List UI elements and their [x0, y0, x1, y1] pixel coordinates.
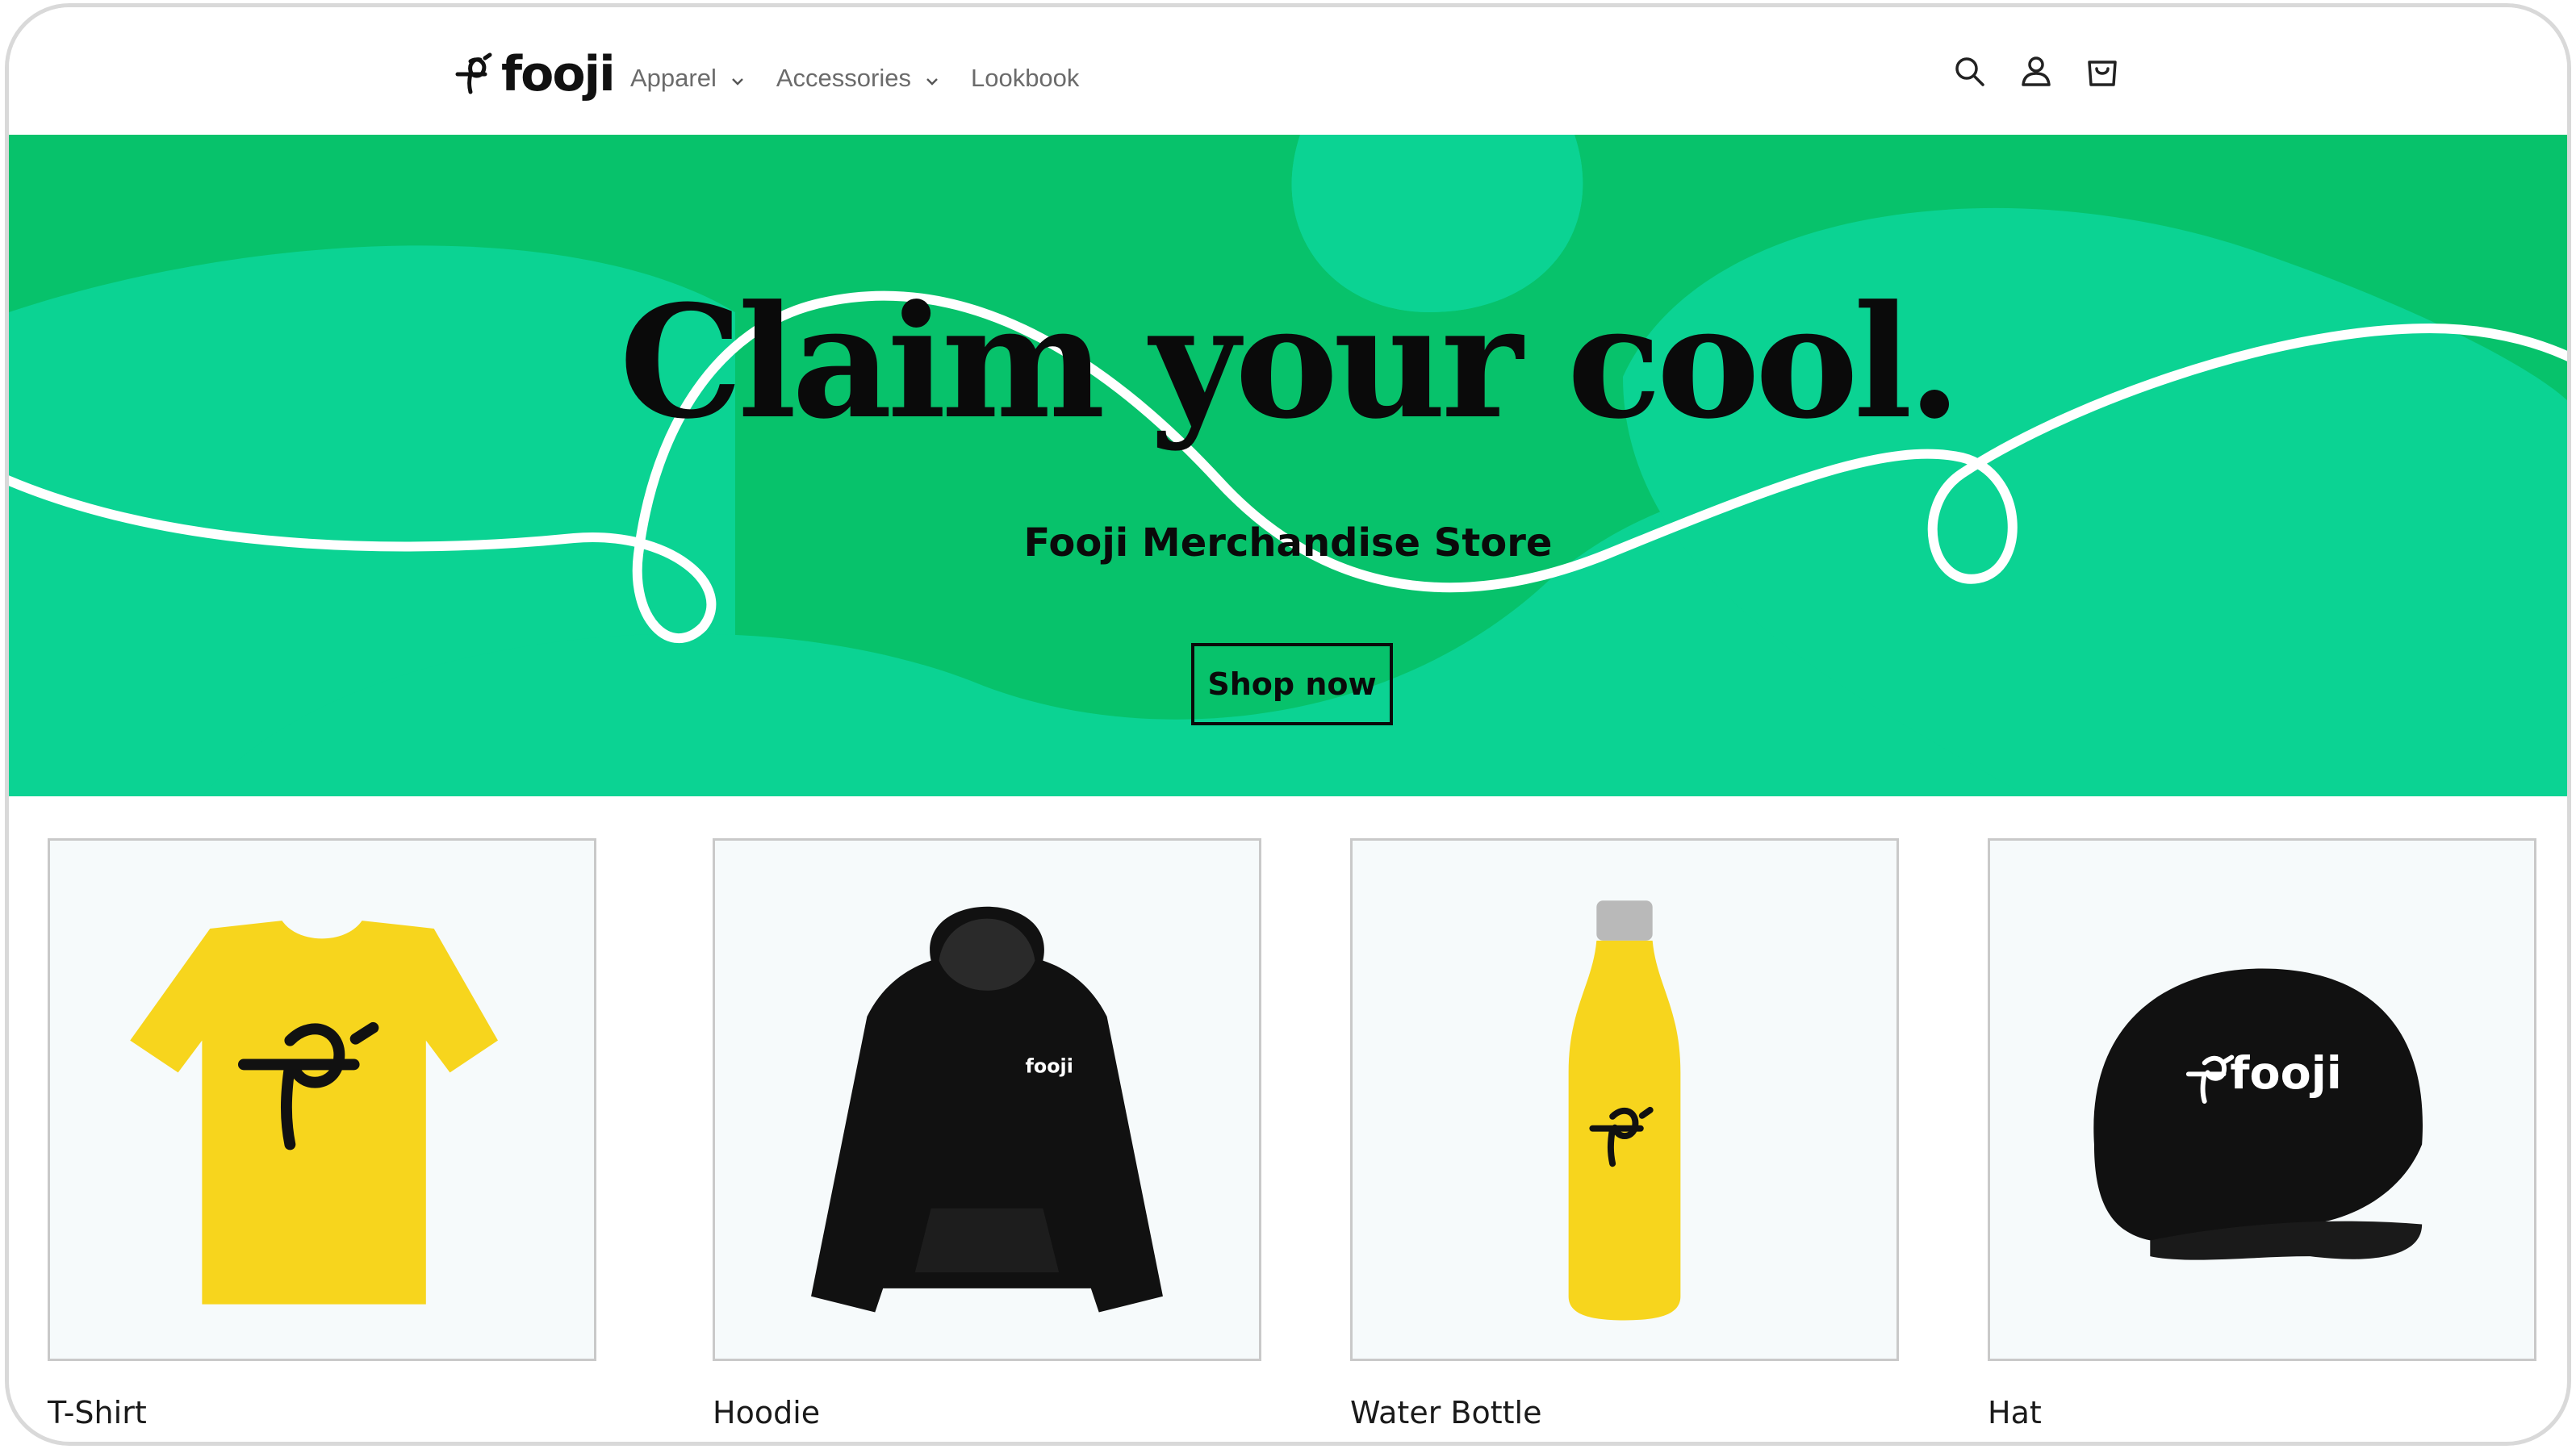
product-image-hoodie[interactable]: fooji: [713, 838, 1261, 1361]
product-card-tshirt[interactable]: T-Shirt: [48, 838, 596, 1430]
header-actions: [1951, 52, 2149, 91]
logo-wordmark: fooji: [501, 46, 616, 102]
browser-frame: fooji Apparel Accessories Lookbook Claim…: [5, 3, 2571, 1446]
search-icon[interactable]: [1951, 52, 1989, 91]
product-image-tshirt[interactable]: [48, 838, 596, 1361]
product-image-hat[interactable]: fooji: [1988, 838, 2536, 1361]
tshirt-graphic: [130, 921, 498, 1305]
main-nav: Apparel Accessories Lookbook: [630, 64, 1110, 93]
product-title[interactable]: Hoodie: [713, 1395, 1261, 1430]
hoodie-graphic: fooji: [811, 906, 1163, 1313]
water-bottle-graphic: [1568, 900, 1681, 1321]
hat-graphic: fooji: [2093, 968, 2423, 1260]
nav-apparel-label: Apparel: [630, 64, 717, 92]
hero-title: Claim your cool.: [619, 272, 1961, 453]
product-image-water-bottle[interactable]: [1350, 838, 1899, 1361]
site-logo[interactable]: fooji: [453, 46, 616, 102]
hero-subtitle: Fooji Merchandise Store: [1023, 520, 1553, 566]
chevron-down-icon: [732, 78, 743, 86]
hoodie-logo-text: fooji: [1026, 1054, 1073, 1077]
product-title[interactable]: Water Bottle: [1350, 1395, 1899, 1430]
account-icon[interactable]: [2017, 52, 2055, 91]
product-card-hat[interactable]: fooji Hat: [1988, 838, 2536, 1430]
nav-lookbook[interactable]: Lookbook: [971, 64, 1079, 93]
product-card-hoodie[interactable]: fooji Hoodie: [713, 838, 1261, 1430]
fooji-logo-icon: [455, 52, 492, 94]
product-title[interactable]: T-Shirt: [48, 1395, 596, 1430]
shop-now-button[interactable]: Shop now: [1191, 643, 1393, 725]
nav-accessories-label: Accessories: [776, 64, 911, 92]
product-title[interactable]: Hat: [1988, 1395, 2536, 1430]
product-card-water-bottle[interactable]: Water Bottle: [1350, 838, 1899, 1430]
nav-apparel[interactable]: Apparel: [630, 64, 746, 93]
chevron-down-icon: [926, 78, 938, 86]
nav-accessories[interactable]: Accessories: [776, 64, 940, 93]
hat-logo-text: fooji: [2230, 1048, 2341, 1100]
site-header: fooji Apparel Accessories Lookbook: [9, 7, 2567, 135]
hero-banner: Claim your cool. Fooji Merchandise Store…: [9, 135, 2567, 796]
cart-icon[interactable]: [2083, 52, 2122, 91]
nav-lookbook-label: Lookbook: [970, 64, 1080, 92]
